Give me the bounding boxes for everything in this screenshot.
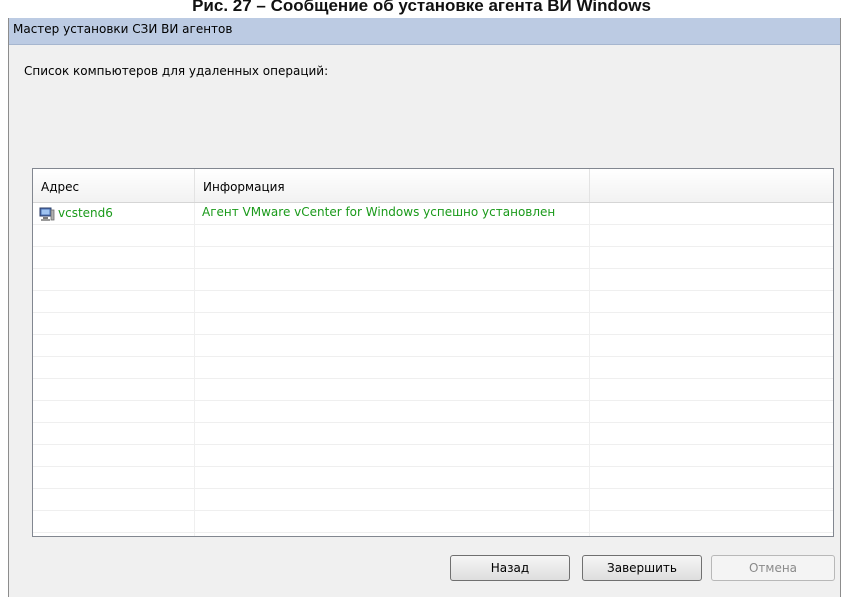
list-rows: vcstend6 Агент VMware vCenter for Window… <box>33 203 833 536</box>
installer-window: Мастер установки СЗИ ВИ агентов Список к… <box>8 18 841 597</box>
table-row-empty <box>33 423 833 445</box>
table-row-empty <box>33 511 833 533</box>
table-row-empty <box>33 291 833 313</box>
address-text: vcstend6 <box>58 206 113 220</box>
computer-list-label: Список компьютеров для удаленных операци… <box>24 64 329 78</box>
finish-button[interactable]: Завершить <box>582 555 702 581</box>
table-row-empty <box>33 313 833 335</box>
table-row-empty <box>33 401 833 423</box>
table-row-empty <box>33 225 833 247</box>
column-header-address[interactable]: Адрес <box>33 169 195 202</box>
table-row-empty <box>33 335 833 357</box>
table-row-empty <box>33 467 833 489</box>
column-header-info[interactable]: Информация <box>195 169 590 202</box>
table-row-empty <box>33 533 833 536</box>
window-title: Мастер установки СЗИ ВИ агентов <box>13 22 233 36</box>
table-row-empty <box>33 445 833 467</box>
back-button[interactable]: Назад <box>450 555 570 581</box>
info-cell: Агент VMware vCenter for Windows успешно… <box>195 203 590 224</box>
empty-cell <box>590 203 833 224</box>
table-row-empty <box>33 489 833 511</box>
computer-list[interactable]: Адрес Информация vcstend6 Агент VMware v… <box>32 168 834 537</box>
cancel-button[interactable]: Отмена <box>711 555 835 581</box>
title-bar: Мастер установки СЗИ ВИ агентов <box>9 18 840 45</box>
table-row-empty <box>33 247 833 269</box>
table-row-empty <box>33 269 833 291</box>
table-row[interactable]: vcstend6 Агент VMware vCenter for Window… <box>33 203 833 225</box>
list-header: Адрес Информация <box>33 169 833 203</box>
figure-caption: Рис. 27 – Сообщение об установке агента … <box>192 0 651 15</box>
address-cell: vcstend6 <box>33 203 195 224</box>
column-header-empty[interactable] <box>590 169 833 202</box>
table-row-empty <box>33 357 833 379</box>
table-row-empty <box>33 379 833 401</box>
computer-icon <box>39 207 55 221</box>
